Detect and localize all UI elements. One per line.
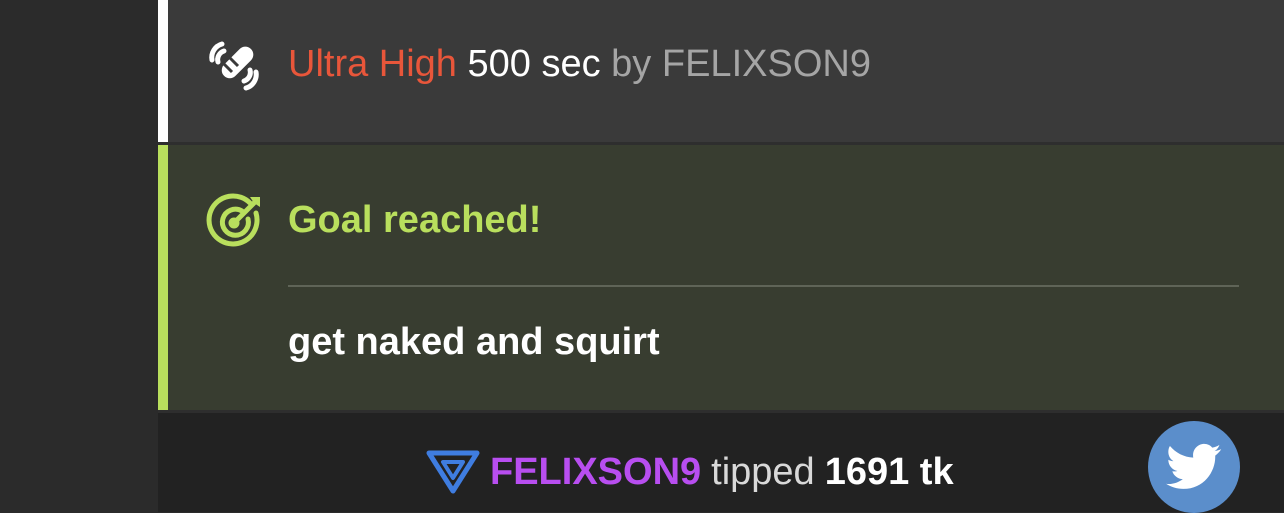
vibe-by-label: by <box>611 43 652 85</box>
vibe-user[interactable]: FELIXSON9 <box>662 43 871 85</box>
goal-divider <box>288 285 1239 287</box>
vibe-message: Ultra High 500 sec by FELIXSON9 <box>158 0 1284 142</box>
vibration-icon <box>209 41 259 91</box>
vibe-duration: 500 sec <box>467 43 601 85</box>
twitter-share-button[interactable] <box>1148 421 1240 513</box>
goal-message: Goal reached! get naked and squirt <box>158 145 1284 410</box>
triangle-badge-icon <box>426 450 480 494</box>
tip-message: FELIXSON9 tipped 1691 tk <box>158 413 1284 513</box>
vibe-level: Ultra High <box>288 43 457 85</box>
tip-user[interactable]: FELIXSON9 <box>490 451 701 494</box>
twitter-icon <box>1166 443 1222 489</box>
vibe-line: Ultra High 500 sec by FELIXSON9 <box>288 40 871 88</box>
chat-feed[interactable]: Ultra High 500 sec by FELIXSON9 Goal rea… <box>158 0 1284 513</box>
tip-amount: 1691 tk <box>824 450 954 493</box>
goal-text: get naked and squirt <box>288 321 660 363</box>
tip-action: tipped <box>711 450 815 493</box>
goal-title: Goal reached! <box>288 199 542 241</box>
target-icon <box>206 193 260 247</box>
left-gutter <box>0 0 158 512</box>
tip-line: FELIXSON9 tipped 1691 tk <box>426 449 954 495</box>
